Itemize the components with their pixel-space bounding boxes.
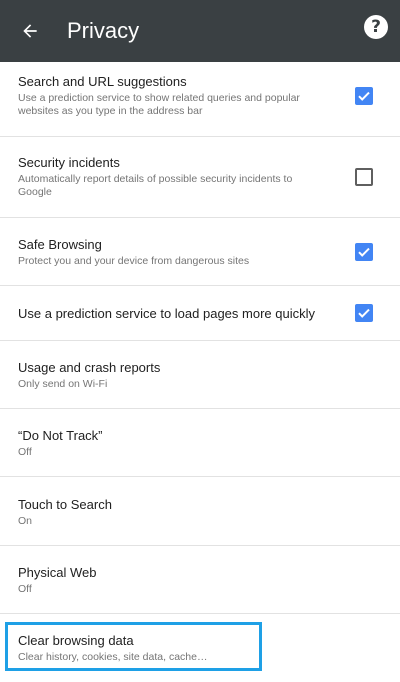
setting-summary: Use a prediction service to show related… [18, 92, 300, 117]
back-button[interactable] [10, 11, 50, 51]
page-title: Privacy [67, 18, 140, 43]
setting-title: Touch to Search [18, 497, 112, 512]
setting-usage-crash-reports[interactable]: Usage and crash reports Only send on Wi-… [0, 341, 400, 409]
setting-title: Usage and crash reports [18, 360, 161, 375]
setting-title: Safe Browsing [18, 237, 102, 252]
security-incidents-checkbox[interactable] [355, 168, 373, 186]
setting-title: Use a prediction service to load pages m… [18, 306, 315, 321]
setting-physical-web[interactable]: Physical Web Off [0, 546, 400, 614]
setting-title: “Do Not Track” [18, 428, 103, 443]
search-suggestions-checkbox[interactable] [355, 87, 373, 105]
check-icon [358, 247, 370, 257]
arrow-left-icon [23, 24, 37, 38]
setting-summary: On [18, 515, 33, 527]
setting-summary: Off [18, 446, 32, 458]
check-icon [358, 91, 370, 101]
app-bar: Privacy ? [0, 0, 400, 62]
setting-safe-browsing[interactable]: Safe Browsing Protect you and your devic… [0, 218, 400, 286]
setting-do-not-track[interactable]: “Do Not Track” Off [0, 409, 400, 477]
setting-summary: Protect you and your device from dangero… [18, 255, 250, 267]
setting-touch-to-search[interactable]: Touch to Search On [0, 477, 400, 546]
setting-prediction-service[interactable]: Use a prediction service to load pages m… [0, 286, 400, 341]
setting-search-url-suggestions[interactable]: Search and URL suggestions Use a predict… [0, 62, 400, 137]
setting-title: Search and URL suggestions [18, 74, 187, 89]
setting-title: Security incidents [18, 155, 120, 170]
help-circle-icon: ? [371, 16, 381, 37]
help-button[interactable]: ? [364, 15, 388, 39]
setting-title: Physical Web [18, 565, 97, 580]
clear-browsing-data-highlight [5, 622, 262, 671]
setting-summary: Only send on Wi-Fi [18, 378, 108, 390]
prediction-service-checkbox[interactable] [355, 304, 373, 322]
setting-summary: Off [18, 583, 32, 595]
setting-summary: Automatically report details of possible… [18, 173, 293, 198]
check-icon [358, 308, 370, 318]
safe-browsing-checkbox[interactable] [355, 243, 373, 261]
setting-security-incidents[interactable]: Security incidents Automatically report … [0, 137, 400, 218]
